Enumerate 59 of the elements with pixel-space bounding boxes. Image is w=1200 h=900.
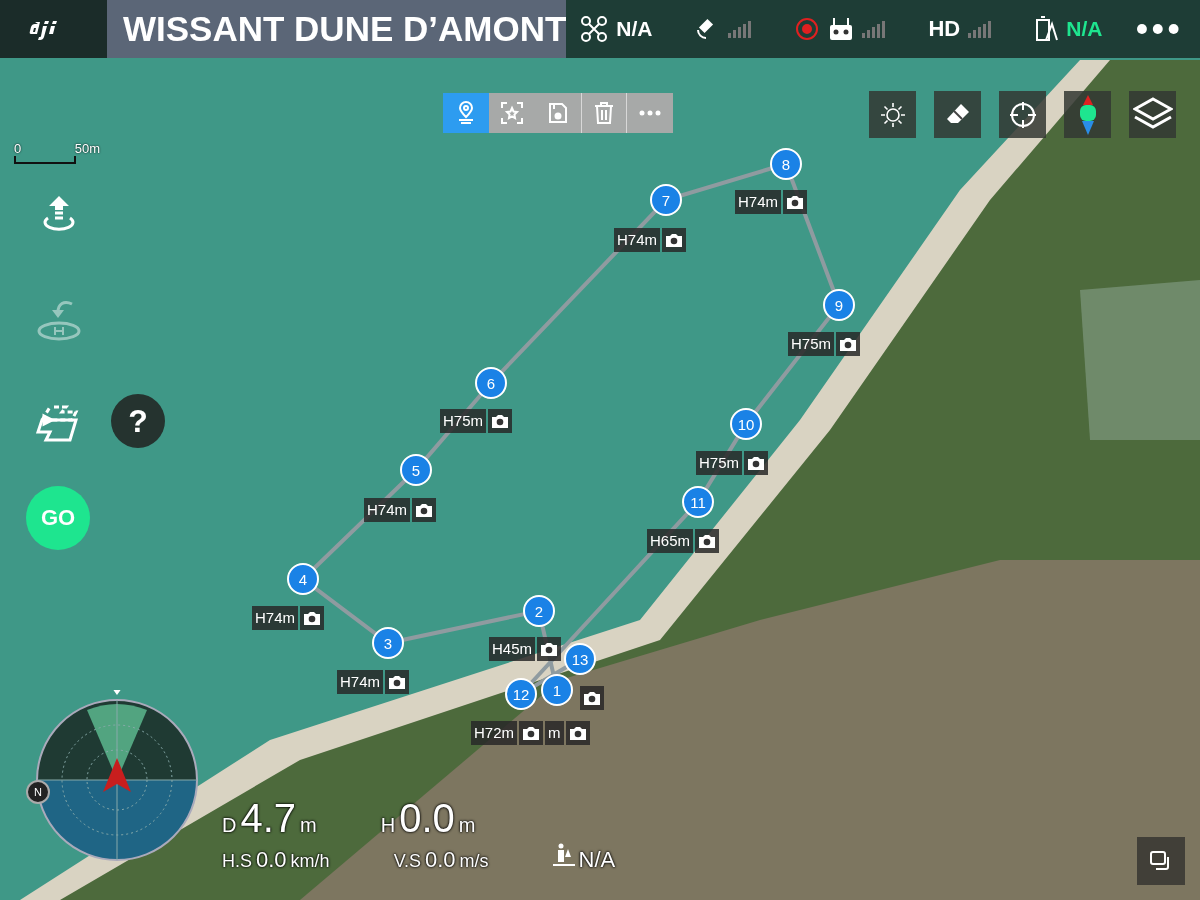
waypoint-height: m <box>545 721 564 745</box>
waypoint-height: H75m <box>788 332 834 356</box>
signal-bars-icon <box>728 20 753 38</box>
distance-value: 4.7 <box>240 796 297 841</box>
crosshair-icon <box>1008 100 1037 129</box>
compass-button[interactable] <box>1064 91 1111 138</box>
height-label: H <box>380 814 396 837</box>
waypoint-height: H74m <box>735 190 781 214</box>
drone-icon <box>580 15 609 43</box>
scale-label: 50m <box>74 141 100 156</box>
waypoint-height: H74m <box>614 228 660 252</box>
waypoint-height: H74m <box>337 670 383 694</box>
layers-button[interactable] <box>1129 91 1176 138</box>
waypoint-height: H74m <box>252 606 298 630</box>
switch-view-icon <box>1150 851 1172 871</box>
battery-icon <box>1034 16 1059 42</box>
battery-status: N/A <box>1066 17 1103 41</box>
rc-signal-icon <box>794 16 821 42</box>
scale-label: 0 <box>14 141 22 156</box>
waypoint-height: H75m <box>440 409 486 433</box>
more-icon <box>639 110 661 116</box>
waypoint-height: H72m <box>471 721 517 745</box>
waypoint-tool-button[interactable] <box>443 93 489 133</box>
return-home-icon <box>36 298 82 342</box>
delete-button[interactable] <box>581 93 627 133</box>
save-icon <box>548 102 568 124</box>
waypoint-height: H65m <box>647 529 693 553</box>
person-icon <box>552 843 575 867</box>
horizontal-speed-value: 0.0 <box>256 847 287 873</box>
vertical-speed-label: V.S <box>393 851 421 872</box>
waypoint-height: H45m <box>489 637 535 661</box>
vertical-speed-value: 0.0 <box>425 847 456 873</box>
scale-bar-icon <box>14 156 76 164</box>
star-frame-icon <box>501 102 523 124</box>
vertical-speed-unit: m/s <box>459 851 489 872</box>
waypoint-height: H75m <box>696 451 742 475</box>
locate-button[interactable] <box>999 91 1046 138</box>
waypoint-height: H74m <box>364 498 410 522</box>
trash-icon <box>594 102 614 124</box>
distance-label: D <box>222 814 237 837</box>
switch-view-button[interactable] <box>1137 837 1185 885</box>
settings-button[interactable] <box>869 91 916 138</box>
compass-icon <box>1077 94 1098 135</box>
video-link-label: HD <box>928 16 961 42</box>
vps-value: N/A <box>578 847 616 873</box>
aircraft-status: N/A <box>616 17 653 41</box>
height-unit: m <box>458 814 476 837</box>
horizontal-speed-unit: km/h <box>290 851 330 872</box>
signal-bars-icon <box>862 20 887 38</box>
height-value: 0.0 <box>399 796 455 841</box>
logo-icon <box>0 0 107 58</box>
more-icon[interactable] <box>1136 23 1180 35</box>
mission-title: WISSANT DUNE D’AMONT <box>107 0 567 58</box>
settings-icon <box>879 101 906 128</box>
horizontal-speed-label: H.S <box>222 851 252 872</box>
remote-controller-icon <box>828 16 855 42</box>
distance-unit: m <box>300 814 317 837</box>
signal-bars-icon <box>968 20 993 38</box>
eraser-button[interactable] <box>934 91 981 138</box>
